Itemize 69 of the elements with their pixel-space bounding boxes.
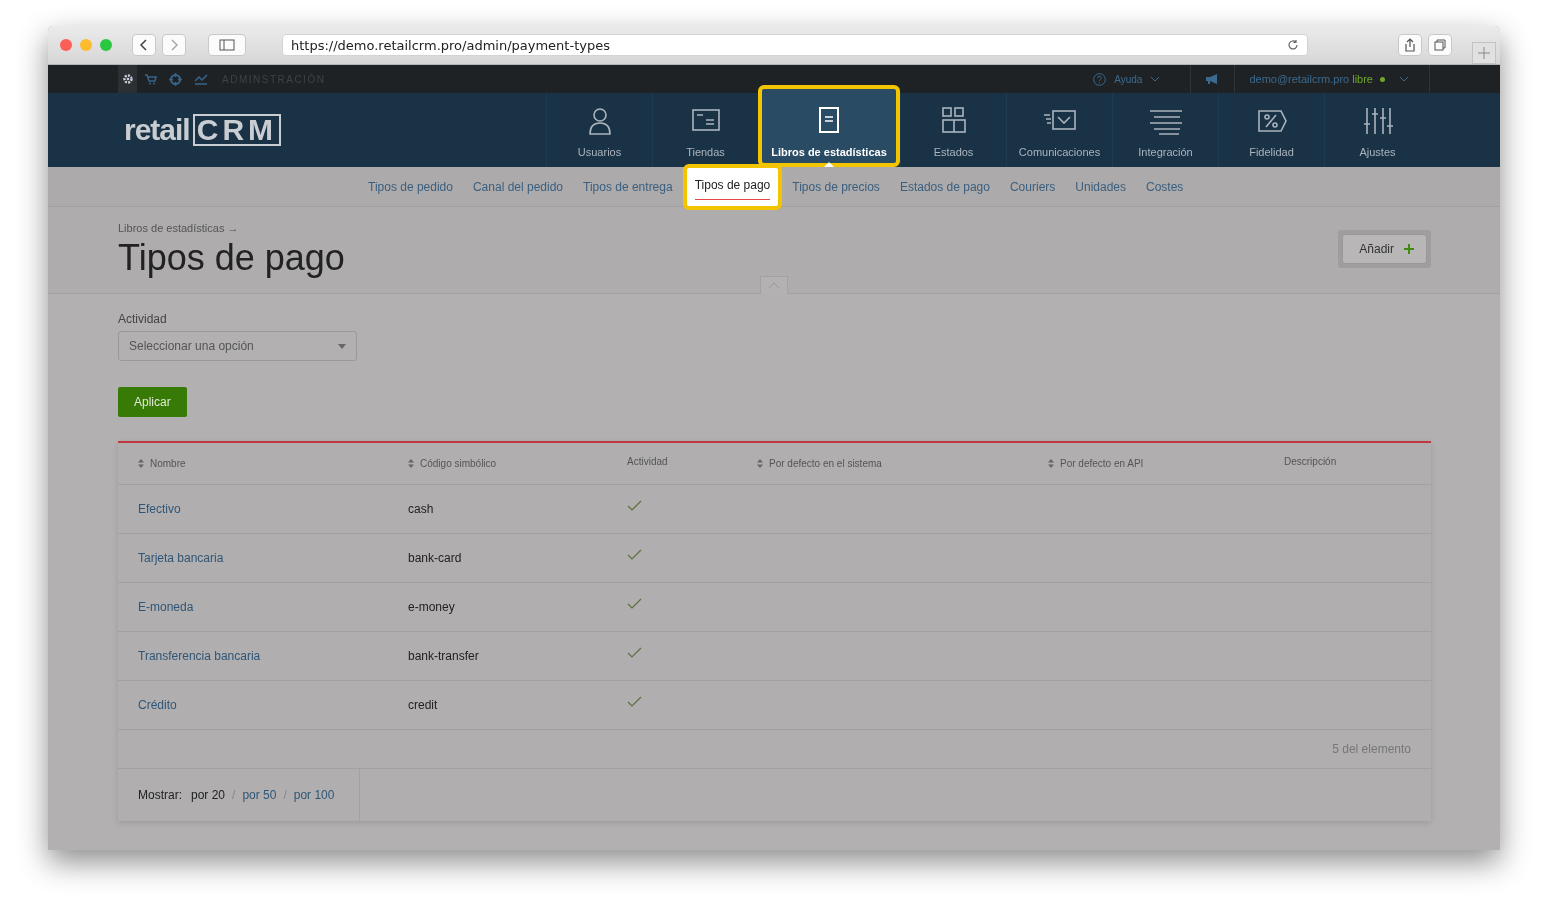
user-menu[interactable]: demo@retailcrm.pro xyxy=(1249,73,1350,85)
online-status-icon xyxy=(1380,76,1385,82)
tabs-icon xyxy=(1434,39,1446,51)
target-icon[interactable] xyxy=(169,72,182,86)
reload-icon[interactable] xyxy=(1287,39,1299,51)
chevron-up-icon xyxy=(768,282,780,289)
page-title: Tipos de pago xyxy=(118,238,346,278)
chevron-right-icon xyxy=(169,38,179,52)
nav-tab[interactable]: Libros de estadísticas xyxy=(758,85,900,167)
subnav-link[interactable]: Estados de pago xyxy=(899,179,990,194)
share-button[interactable] xyxy=(1398,34,1422,56)
maximize-button[interactable] xyxy=(100,39,112,51)
chevron-left-icon xyxy=(139,38,149,52)
subnav-link[interactable]: Costes xyxy=(1146,179,1184,194)
breadcrumb[interactable]: Libros de estadísticas → xyxy=(118,222,1339,234)
cart-icon[interactable] xyxy=(145,73,157,85)
share-icon xyxy=(1404,38,1416,52)
back-button[interactable] xyxy=(132,34,156,56)
help-menu[interactable]: Ayuda xyxy=(1093,72,1161,86)
payment-type-link[interactable]: Tarjeta bancaria xyxy=(138,551,224,565)
column-header[interactable]: Por defecto en el sistema xyxy=(757,458,882,469)
plus-icon xyxy=(1404,244,1414,254)
plan-label: libre xyxy=(1352,73,1373,85)
column-header[interactable]: Código simbólico xyxy=(408,458,497,469)
forward-button[interactable] xyxy=(162,34,186,56)
payment-type-link[interactable]: Transferencia bancaria xyxy=(138,649,261,663)
separator: / xyxy=(283,788,287,802)
subnav-link[interactable]: Unidades xyxy=(1075,179,1126,194)
filter-label: Actividad xyxy=(118,312,167,326)
column-header: Descripción xyxy=(1284,456,1337,467)
subnav-link[interactable]: Tipos de entrega xyxy=(583,179,673,194)
payment-type-link[interactable]: E-moneda xyxy=(138,600,194,614)
settings-icon[interactable] xyxy=(118,65,137,93)
payment-type-link[interactable]: Crédito xyxy=(138,698,177,712)
table-cell: credit xyxy=(408,698,438,712)
chart-icon[interactable] xyxy=(194,73,208,85)
subnav-link[interactable]: Tipos de pedido xyxy=(368,179,453,194)
subnav-link[interactable]: Couriers xyxy=(1009,179,1056,194)
column-header[interactable]: Por defecto en API xyxy=(1048,458,1144,469)
item-count: 5 del elemento xyxy=(1332,742,1411,756)
column-header[interactable]: Nombre xyxy=(138,458,186,469)
page-size-option[interactable]: por 50 xyxy=(242,788,277,802)
separator: / xyxy=(232,788,236,802)
page-size-option[interactable]: por 100 xyxy=(293,788,335,802)
close-button[interactable] xyxy=(60,39,72,51)
sidebar-icon xyxy=(219,39,235,51)
subnav-link[interactable]: Tipos de precios xyxy=(792,179,880,194)
new-tab-button[interactable] xyxy=(1472,42,1496,64)
plus-icon xyxy=(1478,47,1490,59)
tabs-button[interactable] xyxy=(1428,34,1452,56)
subnav-link[interactable]: Tipos de pago xyxy=(682,163,783,210)
address-bar[interactable]: https://demo.retailcrm.pro/admin/payment-types xyxy=(282,34,1308,56)
payment-type-link[interactable]: Efectivo xyxy=(138,502,181,516)
table-cell: bank-transfer xyxy=(408,649,479,663)
activity-select[interactable]: Seleccionar una opción xyxy=(118,331,357,361)
help-icon xyxy=(1093,72,1107,86)
column-header: Actividad xyxy=(627,456,668,467)
sidebar-button[interactable] xyxy=(208,34,246,56)
apply-button[interactable]: Aplicar xyxy=(118,387,187,417)
chevron-down-icon xyxy=(1150,76,1161,82)
dropdown-arrow-icon xyxy=(338,343,346,349)
table-cell: e-money xyxy=(408,600,455,614)
page-size-option[interactable]: por 20 xyxy=(191,788,226,802)
dropdown-chevron-icon[interactable] xyxy=(1399,76,1409,82)
table-cell: bank-card xyxy=(408,551,462,565)
page-size-label: Mostrar: xyxy=(138,788,182,802)
add-button[interactable]: Añadir xyxy=(1342,234,1427,264)
subnav-link[interactable]: Canal del pedido xyxy=(472,179,564,194)
table-cell: cash xyxy=(408,502,434,516)
